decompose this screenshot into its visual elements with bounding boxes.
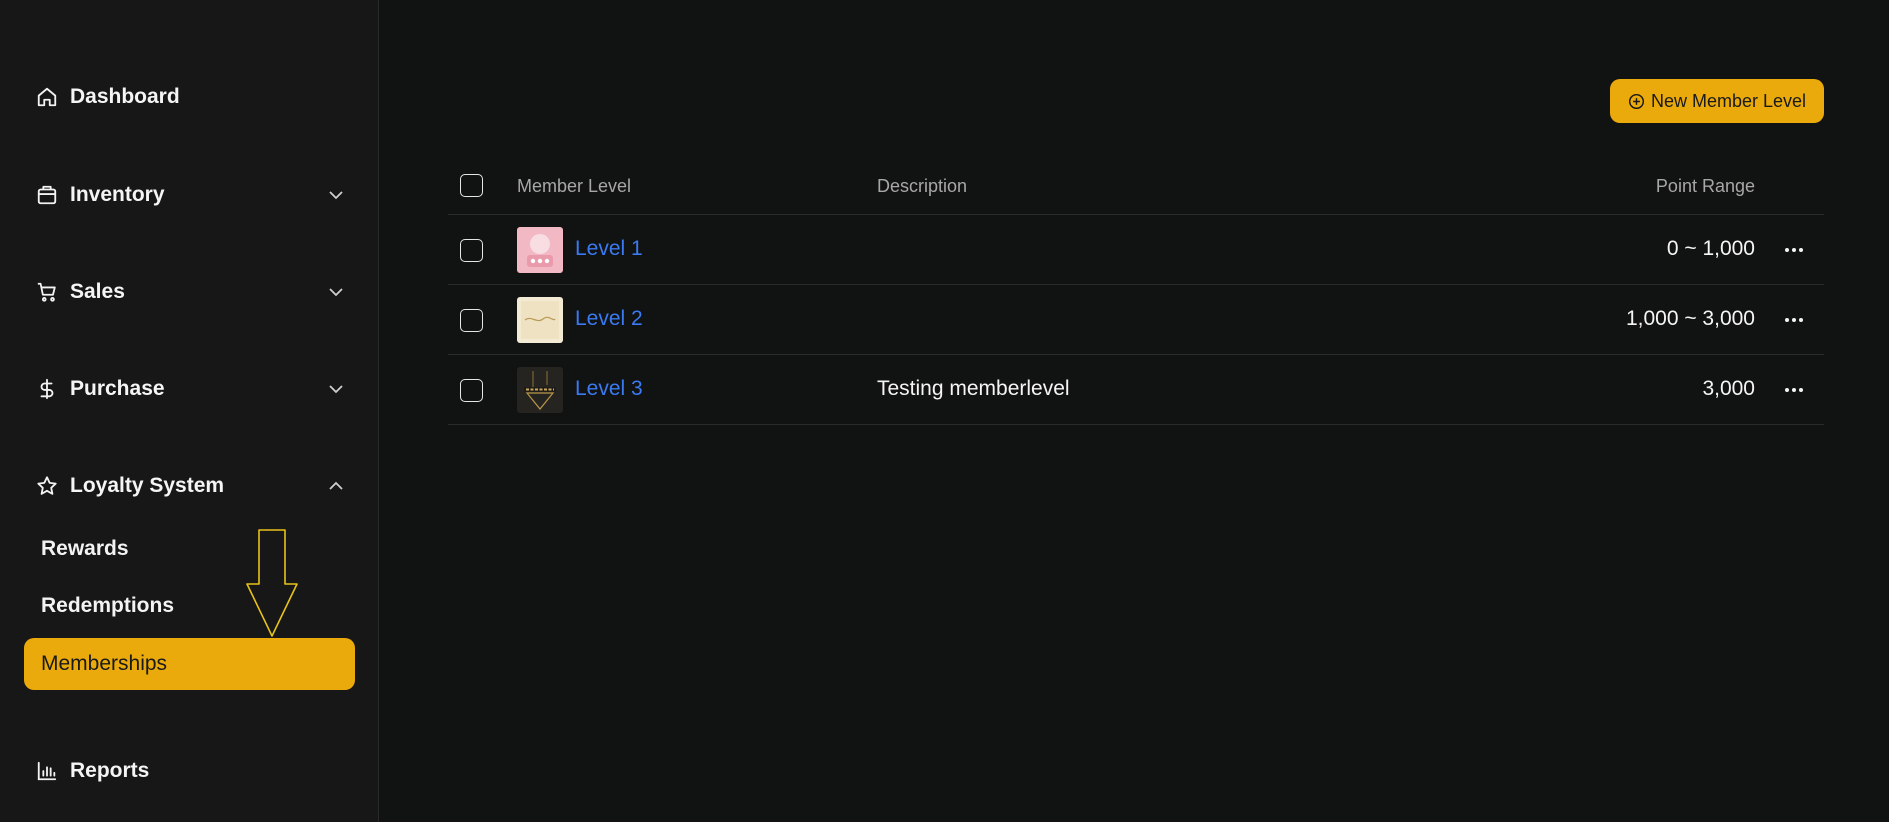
sidebar-item-reports[interactable]: Reports	[36, 753, 346, 789]
level-thumbnail	[517, 367, 563, 413]
row-checkbox[interactable]	[460, 239, 483, 262]
sidebar-item-sales[interactable]: Sales	[36, 274, 346, 310]
table-header-row: Member Level Description Point Range	[448, 160, 1824, 215]
new-member-level-button[interactable]: New Member Level	[1610, 79, 1824, 123]
sidebar-item-inventory[interactable]: Inventory	[36, 177, 346, 213]
sidebar-item-purchase[interactable]: Purchase	[36, 371, 346, 407]
sidebar-item-label: Loyalty System	[70, 474, 225, 497]
table-row: Level 2 1,000 ~ 3,000	[448, 285, 1824, 355]
new-member-level-label: New Member Level	[1650, 90, 1807, 111]
home-icon	[37, 87, 57, 107]
table-row: Level 3 Testing memberlevel 3,000	[448, 355, 1824, 425]
sidebar-subitem-memberships[interactable]: Memberships	[24, 638, 355, 690]
main-content: New Member Level Member Level Descriptio…	[380, 0, 1889, 822]
level-thumbnail	[517, 297, 563, 343]
sidebar-item-label: Sales	[70, 280, 125, 303]
chevron-down-icon[interactable]	[326, 282, 346, 302]
sidebar-item-label: Dashboard	[70, 85, 180, 108]
sidebar-item-label: Inventory	[70, 183, 165, 206]
chevron-up-icon[interactable]	[326, 476, 346, 496]
chevron-down-icon[interactable]	[326, 185, 346, 205]
sidebar-item-dashboard[interactable]: Dashboard	[36, 79, 346, 115]
member-level-table: Member Level Description Point Range Lev…	[448, 160, 1824, 425]
chevron-down-icon[interactable]	[326, 379, 346, 399]
dollar-icon	[40, 378, 54, 400]
sidebar-item-loyalty-system[interactable]: Loyalty System	[36, 468, 346, 504]
column-header-member-level[interactable]: Member Level	[517, 176, 631, 197]
table-row: Level 1 0 ~ 1,000	[448, 215, 1824, 285]
more-options-icon[interactable]	[1782, 311, 1806, 329]
select-all-checkbox[interactable]	[460, 174, 483, 197]
point-range: 0 ~ 1,000	[1666, 237, 1755, 260]
level-description: Testing memberlevel	[877, 377, 1070, 400]
point-range: 3,000	[1702, 377, 1755, 400]
bar-chart-icon	[37, 761, 57, 781]
app-window: Dashboard Inventory Sales Purchase Loyal…	[0, 0, 1889, 822]
level-link[interactable]: Level 1	[575, 237, 643, 261]
level-thumbnail	[517, 227, 563, 273]
sidebar-item-label: Reports	[70, 759, 150, 782]
sidebar: Dashboard Inventory Sales Purchase Loyal…	[0, 0, 379, 822]
plus-circle-icon	[1628, 93, 1644, 109]
more-options-icon[interactable]	[1782, 381, 1806, 399]
cart-icon	[37, 282, 56, 302]
star-icon	[37, 476, 57, 495]
sidebar-subitem-redemptions[interactable]: Redemptions	[24, 580, 355, 632]
level-link[interactable]: Level 3	[575, 377, 643, 401]
level-link[interactable]: Level 2	[575, 307, 643, 331]
point-range: 1,000 ~ 3,000	[1625, 307, 1755, 330]
more-options-icon[interactable]	[1782, 241, 1806, 259]
box-icon	[37, 185, 57, 205]
row-checkbox[interactable]	[460, 309, 483, 332]
sidebar-subitem-rewards[interactable]: Rewards	[24, 523, 355, 575]
sidebar-item-label: Purchase	[70, 377, 165, 400]
column-header-description[interactable]: Description	[877, 176, 967, 197]
row-checkbox[interactable]	[460, 379, 483, 402]
column-header-point-range[interactable]: Point Range	[1656, 176, 1755, 197]
